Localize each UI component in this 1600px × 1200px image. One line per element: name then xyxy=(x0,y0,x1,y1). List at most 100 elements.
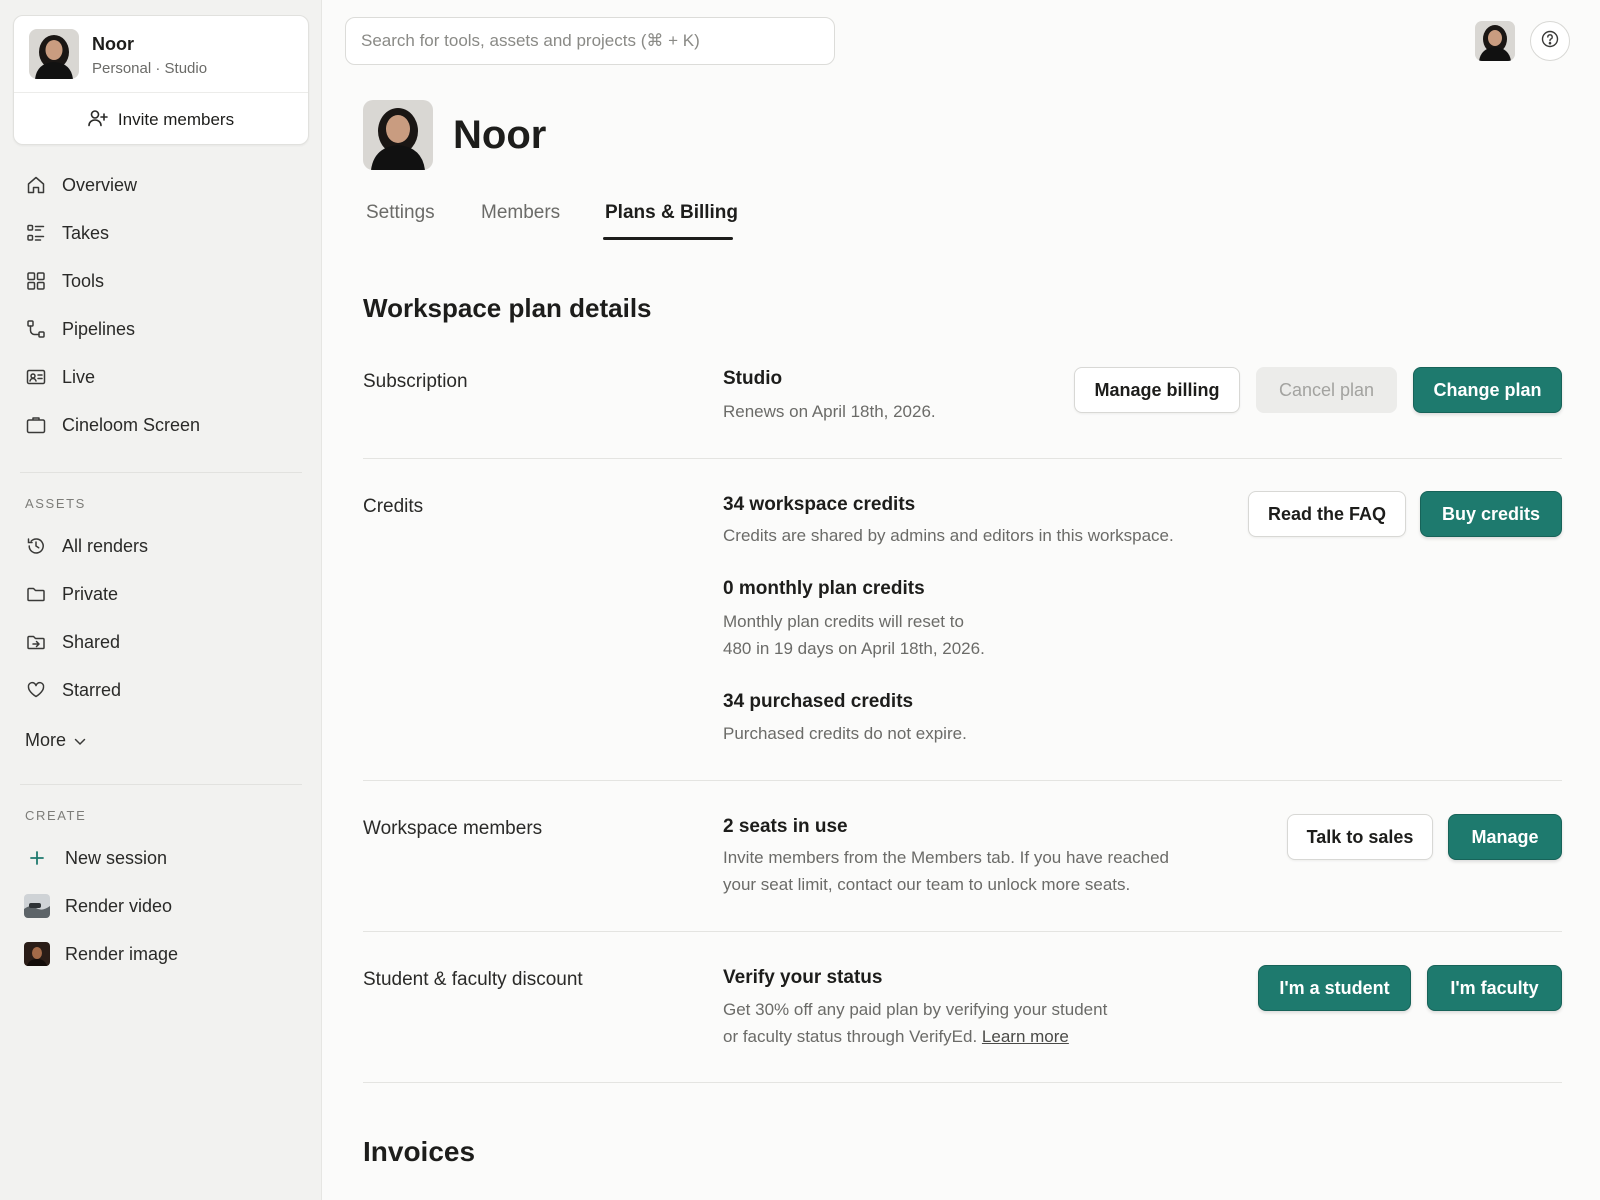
row-divider xyxy=(363,780,1562,781)
sidebar-item-takes[interactable]: Takes xyxy=(25,218,109,248)
video-thumbnail xyxy=(24,894,50,918)
row-divider xyxy=(363,1082,1562,1083)
sidebar-item-label: Private xyxy=(62,583,119,604)
sidebar-item-private[interactable]: Private xyxy=(25,579,118,609)
create-render-image[interactable]: Render image xyxy=(24,939,178,969)
plus-icon xyxy=(24,846,50,870)
grid-icon xyxy=(25,270,47,292)
sidebar-divider xyxy=(20,472,302,473)
monthly-credits-desc-2: 480 in 19 days on April 18th, 2026. xyxy=(723,639,985,658)
sidebar-item-live[interactable]: Live xyxy=(25,362,95,392)
subscription-label: Subscription xyxy=(363,371,468,392)
cancel-plan-button[interactable]: Cancel plan xyxy=(1256,367,1397,413)
im-faculty-button[interactable]: I'm faculty xyxy=(1427,965,1562,1011)
search-input[interactable] xyxy=(345,17,835,65)
sidebar-item-shared[interactable]: Shared xyxy=(25,627,120,657)
workspace-credits: 34 workspace credits xyxy=(723,494,916,515)
verify-status-title: Verify your status xyxy=(723,967,883,988)
discount-desc-1: Get 30% off any paid plan by verifying y… xyxy=(723,1000,1108,1019)
create-item-label: Render image xyxy=(65,943,179,964)
read-faq-button[interactable]: Read the FAQ xyxy=(1248,491,1406,537)
create-render-video[interactable]: Render video xyxy=(24,891,172,921)
learn-more-link[interactable]: Learn more xyxy=(982,1027,1069,1046)
shared-folder-icon xyxy=(25,631,47,653)
workspace-members-label: Workspace members xyxy=(363,818,543,839)
plan-name: Studio xyxy=(723,368,783,389)
sidebar-item-label: Live xyxy=(62,366,96,387)
more-dropdown[interactable]: More xyxy=(25,730,86,751)
im-a-student-button[interactable]: I'm a student xyxy=(1258,965,1411,1011)
renewal-date: Renews on April 18th, 2026. xyxy=(723,402,936,421)
workspace-name: Noor xyxy=(92,34,134,54)
tab-plans-billing[interactable]: Plans & Billing xyxy=(605,202,738,224)
help-icon xyxy=(1541,30,1559,53)
invite-members-label: Invite members xyxy=(117,110,235,129)
tab-settings[interactable]: Settings xyxy=(366,202,435,224)
chevron-down-icon xyxy=(74,730,86,751)
seats-in-use: 2 seats in use xyxy=(723,816,848,837)
active-tab-indicator xyxy=(603,237,733,240)
workspace-credits-desc: Credits are shared by admins and editors… xyxy=(723,526,1174,545)
home-icon xyxy=(25,174,47,196)
workspace-subtitle: Personal · Studio xyxy=(92,60,208,77)
id-card-icon xyxy=(25,366,47,388)
sidebar-item-label: Overview xyxy=(62,174,138,195)
sidebar-item-starred[interactable]: Starred xyxy=(25,675,121,705)
monthly-credits-desc-1: Monthly plan credits will reset to xyxy=(723,612,964,631)
invoices-title: Invoices xyxy=(363,1136,476,1167)
folder-icon xyxy=(25,583,47,605)
discount-desc-2: or faculty status through VerifyEd. Lear… xyxy=(723,1023,1069,1050)
manage-billing-button[interactable]: Manage billing xyxy=(1074,367,1240,413)
flow-icon xyxy=(25,318,47,340)
sidebar-item-overview[interactable]: Overview xyxy=(25,170,137,200)
discount-desc-2-text: or faculty status through VerifyEd. xyxy=(723,1027,978,1046)
row-divider xyxy=(363,458,1562,459)
heart-icon xyxy=(25,679,47,701)
purchased-credits-desc: Purchased credits do not expire. xyxy=(723,724,967,743)
profile-avatar xyxy=(363,100,433,170)
sidebar: Noor Personal · Studio Invite members Ov… xyxy=(0,0,322,1200)
sidebar-item-pipelines[interactable]: Pipelines xyxy=(25,314,135,344)
sidebar-item-tools[interactable]: Tools xyxy=(25,266,104,296)
sidebar-divider xyxy=(20,784,302,785)
section-title: Workspace plan details xyxy=(363,293,652,323)
seats-desc-2: your seat limit, contact our team to unl… xyxy=(723,875,1131,894)
add-user-icon xyxy=(88,109,108,132)
sidebar-item-all-renders[interactable]: All renders xyxy=(25,531,148,561)
sidebar-item-label: Pipelines xyxy=(62,318,136,339)
buy-credits-button[interactable]: Buy credits xyxy=(1420,491,1562,537)
tv-icon xyxy=(25,414,47,436)
manage-members-button[interactable]: Manage xyxy=(1448,814,1562,860)
talk-to-sales-button[interactable]: Talk to sales xyxy=(1287,814,1433,860)
workspace-avatar xyxy=(29,29,79,79)
user-avatar[interactable] xyxy=(1475,21,1515,61)
row-divider xyxy=(363,931,1562,932)
sidebar-item-label: Takes xyxy=(62,222,110,243)
list-icon xyxy=(25,222,47,244)
history-icon xyxy=(25,535,47,557)
help-button[interactable] xyxy=(1530,21,1570,61)
invite-members-button[interactable]: Invite members xyxy=(14,94,308,146)
credits-label: Credits xyxy=(363,496,424,517)
workspace-switcher[interactable]: Noor Personal · Studio xyxy=(14,16,308,93)
sidebar-item-label: Tools xyxy=(62,270,105,291)
sidebar-item-cineloom-screen[interactable]: Cineloom Screen xyxy=(25,410,200,440)
assets-section-label: ASSETS xyxy=(25,496,86,511)
discount-label: Student & faculty discount xyxy=(363,969,583,990)
tab-members[interactable]: Members xyxy=(481,202,560,224)
create-item-label: New session xyxy=(65,847,168,868)
sidebar-item-label: All renders xyxy=(62,535,149,556)
sidebar-item-label: Cineloom Screen xyxy=(62,414,201,435)
image-thumbnail xyxy=(24,942,50,966)
monthly-plan-credits: 0 monthly plan credits xyxy=(723,578,925,599)
create-section-label: CREATE xyxy=(25,808,87,823)
change-plan-button[interactable]: Change plan xyxy=(1413,367,1562,413)
seats-desc-1: Invite members from the Members tab. If … xyxy=(723,848,1169,867)
sidebar-item-label: Starred xyxy=(62,679,122,700)
purchased-credits: 34 purchased credits xyxy=(723,691,914,712)
page-title: Noor xyxy=(453,113,547,157)
more-label: More xyxy=(25,730,67,750)
create-new-session[interactable]: New session xyxy=(24,843,167,873)
sidebar-item-label: Shared xyxy=(62,631,121,652)
create-item-label: Render video xyxy=(65,895,173,916)
